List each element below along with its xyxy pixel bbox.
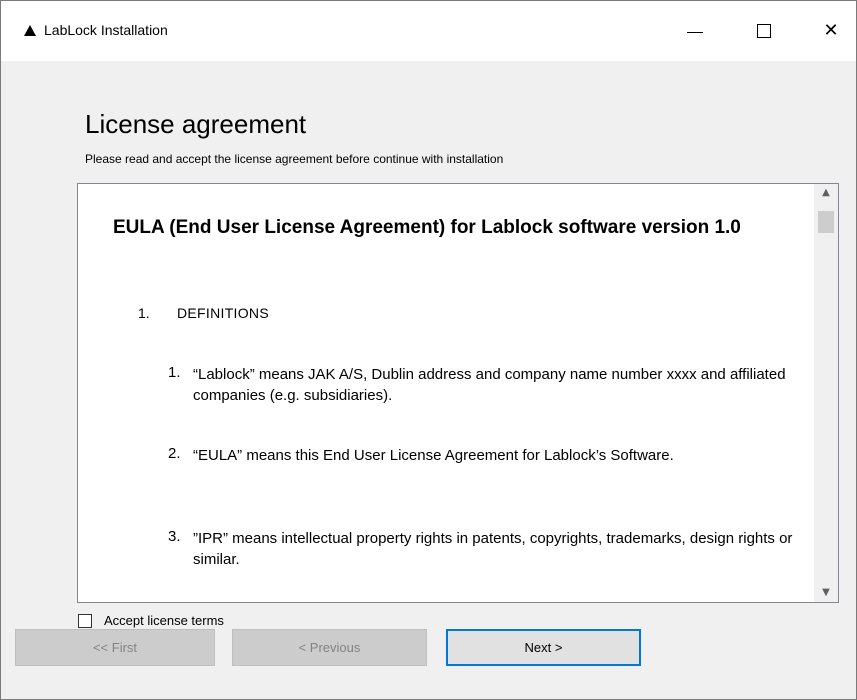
eula-heading: EULA (End User License Agreement) for La… <box>113 217 741 238</box>
definition-text: “EULA” means this End User License Agree… <box>193 447 674 464</box>
window-title: LabLock Installation <box>44 22 168 38</box>
minimize-button[interactable] <box>672 1 718 61</box>
maximize-icon <box>757 24 771 38</box>
close-button[interactable]: ✕ <box>808 1 854 61</box>
accept-terms-label[interactable]: Accept license terms <box>104 613 224 628</box>
scroll-up-arrow-icon[interactable]: ▲ <box>814 184 838 201</box>
title-bar[interactable]: LabLock Installation ✕ <box>1 1 856 61</box>
page-subtitle: Please read and accept the license agree… <box>85 152 504 166</box>
installer-window: LabLock Installation ✕ License agreement… <box>0 0 857 700</box>
section-title: DEFINITIONS <box>177 305 269 321</box>
license-text-box[interactable]: EULA (End User License Agreement) for La… <box>77 183 839 603</box>
next-button[interactable]: Next > <box>446 629 641 666</box>
close-icon: ✕ <box>823 20 839 41</box>
scroll-thumb[interactable] <box>818 211 834 233</box>
triangle-app-icon <box>24 25 36 36</box>
vertical-scrollbar[interactable]: ▲ ▼ <box>814 184 838 602</box>
maximize-button[interactable] <box>741 1 787 61</box>
minimize-icon <box>687 31 703 33</box>
page-title: License agreement <box>85 109 307 139</box>
definition-text: ”IPR” means intellectual property rights… <box>193 530 793 568</box>
scroll-down-arrow-icon[interactable]: ▼ <box>814 584 838 601</box>
accept-terms-checkbox[interactable] <box>78 614 92 628</box>
definition-number: 1. <box>168 364 181 381</box>
definition-number: 3. <box>168 528 181 545</box>
definition-number: 2. <box>168 445 181 462</box>
previous-button[interactable]: < Previous <box>232 629 427 666</box>
section-number: 1. <box>138 305 150 321</box>
first-button[interactable]: << First <box>15 629 215 666</box>
definition-text: “Lablock” means JAK A/S, Dublin address … <box>193 366 786 404</box>
license-text-content: EULA (End User License Agreement) for La… <box>78 184 814 602</box>
